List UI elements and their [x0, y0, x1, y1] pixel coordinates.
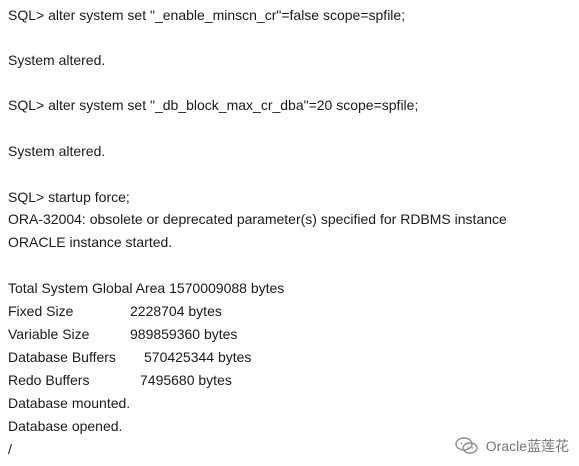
- console-line-7: ORACLE instance started.: [8, 234, 173, 250]
- console-line-8: Total System Global Area 1570009088 byte…: [8, 280, 285, 296]
- console-line-10: Variable Size 989859360 bytes: [8, 325, 568, 343]
- console-line-6: ORA-32004: obsolete or deprecated parame…: [8, 211, 507, 227]
- fixed-size-label: Fixed Size: [8, 303, 74, 319]
- console-line-14: Database opened.: [8, 418, 123, 434]
- console-line-2: System altered.: [8, 52, 106, 68]
- redo-buffers-label: Redo Buffers: [8, 372, 90, 388]
- console-line-11: Database Buffers 570425344 bytes: [8, 348, 568, 366]
- console-line-3: SQL> alter system set "_db_block_max_cr_…: [8, 97, 419, 113]
- fixed-size-value: 2228704 bytes: [130, 303, 222, 319]
- sql-console-output: SQL> alter system set "_enable_minscn_cr…: [8, 0, 573, 466]
- redo-buffers-value: 7495680 bytes: [140, 372, 232, 388]
- console-line-4: System altered.: [8, 143, 106, 159]
- variable-size-label: Variable Size: [8, 326, 90, 342]
- watermark-text: Oracle蓝莲花: [485, 438, 569, 454]
- console-line-12: Redo Buffers 7495680 bytes: [8, 371, 568, 389]
- database-buffers-value: 570425344 bytes: [144, 349, 252, 365]
- console-line-15: /: [8, 441, 12, 457]
- wechat-icon: [454, 436, 480, 456]
- watermark: Oracle蓝莲花: [454, 436, 569, 456]
- console-line-1: SQL> alter system set "_enable_minscn_cr…: [8, 7, 406, 23]
- console-line-5: SQL> startup force;: [8, 189, 130, 205]
- console-line-13: Database mounted.: [8, 395, 131, 411]
- console-line-9: Fixed Size 2228704 bytes: [8, 302, 568, 320]
- database-buffers-label: Database Buffers: [8, 349, 116, 365]
- variable-size-value: 989859360 bytes: [130, 326, 238, 342]
